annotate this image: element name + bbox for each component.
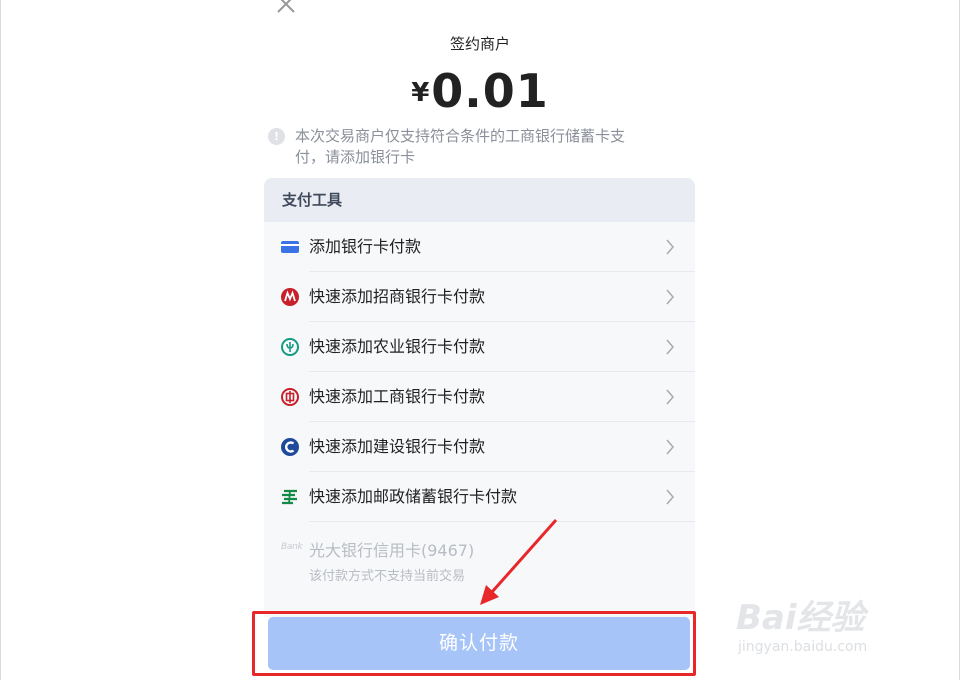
item-label: 光大银行信用卡(9467) [309, 541, 475, 560]
quick-add-icbc-item[interactable]: 快速添加工商银行卡付款 [264, 372, 695, 422]
notice-line-2: 付，请添加银行卡 [295, 148, 416, 166]
abc-logo-icon [281, 338, 299, 356]
amount-value: 0.01 [431, 64, 549, 118]
close-icon[interactable] [274, 0, 298, 16]
item-sublabel: 该付款方式不支持当前交易 [309, 569, 466, 584]
ccb-logo-icon [281, 438, 299, 456]
item-label: 快速添加建设银行卡付款 [309, 437, 486, 456]
item-label: 快速添加招商银行卡付款 [309, 287, 486, 306]
payment-tools-title: 支付工具 [264, 178, 695, 222]
bank-icon: Bank [281, 542, 303, 552]
notice-text: 本次交易商户仅支持符合条件的工商银行储蓄卡支 付，请添加银行卡 [295, 126, 625, 168]
quick-add-ccb-item[interactable]: 快速添加建设银行卡付款 [264, 422, 695, 472]
watermark: Bai经验 jingyan.baidu.com [730, 575, 920, 665]
item-label: 快速添加农业银行卡付款 [309, 337, 486, 356]
merchant-name: 签约商户 [449, 35, 510, 53]
notice-line-1: 本次交易商户仅支持符合条件的工商银行储蓄卡支 [295, 127, 626, 145]
cmb-logo-icon [281, 288, 299, 306]
item-label: 快速添加工商银行卡付款 [309, 387, 486, 406]
item-label: 添加银行卡付款 [309, 237, 422, 256]
quick-add-abc-item[interactable]: 快速添加农业银行卡付款 [264, 322, 695, 372]
chevron-right-icon [666, 389, 674, 405]
bank-card-icon [281, 241, 299, 253]
quick-add-cmb-item[interactable]: 快速添加招商银行卡付款 [264, 272, 695, 322]
watermark-brand: Bai经验 [736, 598, 865, 638]
icbc-logo-icon [281, 388, 299, 406]
add-bank-card-item[interactable]: 添加银行卡付款 [264, 222, 695, 272]
payment-amount: ¥0.01 [0, 64, 960, 118]
chevron-right-icon [666, 439, 674, 455]
chevron-right-icon [666, 339, 674, 355]
currency-symbol: ¥ [411, 78, 430, 108]
highlight-box [252, 611, 696, 676]
payment-notice: ! 本次交易商户仅支持符合条件的工商银行储蓄卡支 付，请添加银行卡 [268, 126, 678, 168]
chevron-right-icon [666, 289, 674, 305]
chevron-right-icon [666, 239, 674, 255]
watermark-url: jingyan.baidu.com [738, 639, 868, 655]
psbc-logo-icon [282, 489, 297, 505]
red-arrow-annotation [480, 519, 558, 605]
chevron-right-icon [666, 489, 674, 505]
info-icon: ! [268, 128, 285, 145]
